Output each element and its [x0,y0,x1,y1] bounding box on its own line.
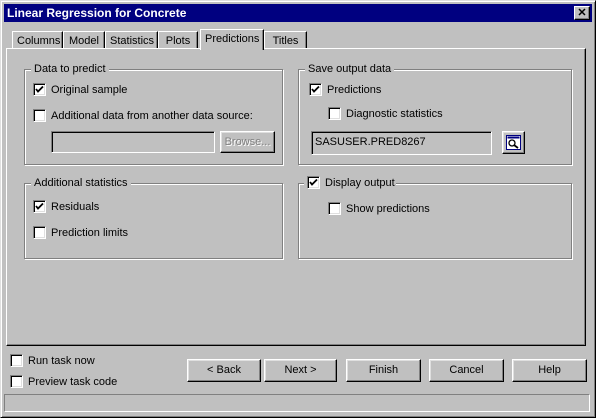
prediction-limits-label: Prediction limits [51,227,129,239]
back-button[interactable]: < Back [187,359,261,382]
finish-button[interactable]: Finish [346,359,421,382]
tab-predictions[interactable]: Predictions [200,29,264,50]
additional-data-checkbox[interactable] [33,109,46,122]
tab-plots[interactable]: Plots [158,31,198,49]
output-dataset-field[interactable]: SASUSER.PRED8267 [311,131,492,155]
preview-task-code-checkbox[interactable] [10,375,23,388]
preview-task-code-label: Preview task code [28,376,118,388]
close-button[interactable]: ✕ [574,6,590,20]
diagnostic-statistics-label: Diagnostic statistics [346,108,443,120]
tab-model[interactable]: Model [63,31,105,49]
additional-data-label: Additional data from another data source… [51,110,253,122]
cancel-button[interactable]: Cancel [429,359,504,382]
data-source-field[interactable] [51,131,215,153]
save-output-legend: Save output data [305,62,395,76]
run-task-now-checkbox[interactable] [10,354,23,367]
tab-titles[interactable]: Titles [264,31,307,49]
diagnostic-statistics-checkbox[interactable] [328,107,341,120]
additional-statistics-group: Additional statistics [24,176,283,259]
help-button[interactable]: Help [512,359,587,382]
residuals-checkbox[interactable] [33,200,46,213]
browse-button[interactable]: Browse... [220,131,275,153]
show-predictions-label: Show predictions [346,203,430,215]
magnifier-icon [506,135,521,157]
display-output-checkbox[interactable] [307,176,320,189]
data-to-predict-legend: Data to predict [31,62,109,76]
next-button[interactable]: Next > [264,359,337,382]
predictions-label: Predictions [327,84,382,96]
original-sample-checkbox[interactable] [33,83,46,96]
window-title: Linear Regression for Concrete [7,6,187,20]
display-output-group [298,183,572,259]
tab-columns[interactable]: Columns [12,31,63,49]
run-task-now-label: Run task now [28,355,95,367]
status-bar [4,394,590,412]
display-output-label: Display output [325,177,395,189]
predictions-checkbox[interactable] [309,83,322,96]
additional-statistics-legend: Additional statistics [31,176,131,190]
prediction-limits-checkbox[interactable] [33,226,46,239]
residuals-label: Residuals [51,201,100,213]
title-bar: Linear Regression for Concrete ✕ [4,4,592,22]
tab-statistics[interactable]: Statistics [105,31,158,49]
original-sample-label: Original sample [51,84,128,96]
dataset-browse-button[interactable] [502,131,525,154]
show-predictions-checkbox[interactable] [328,202,341,215]
